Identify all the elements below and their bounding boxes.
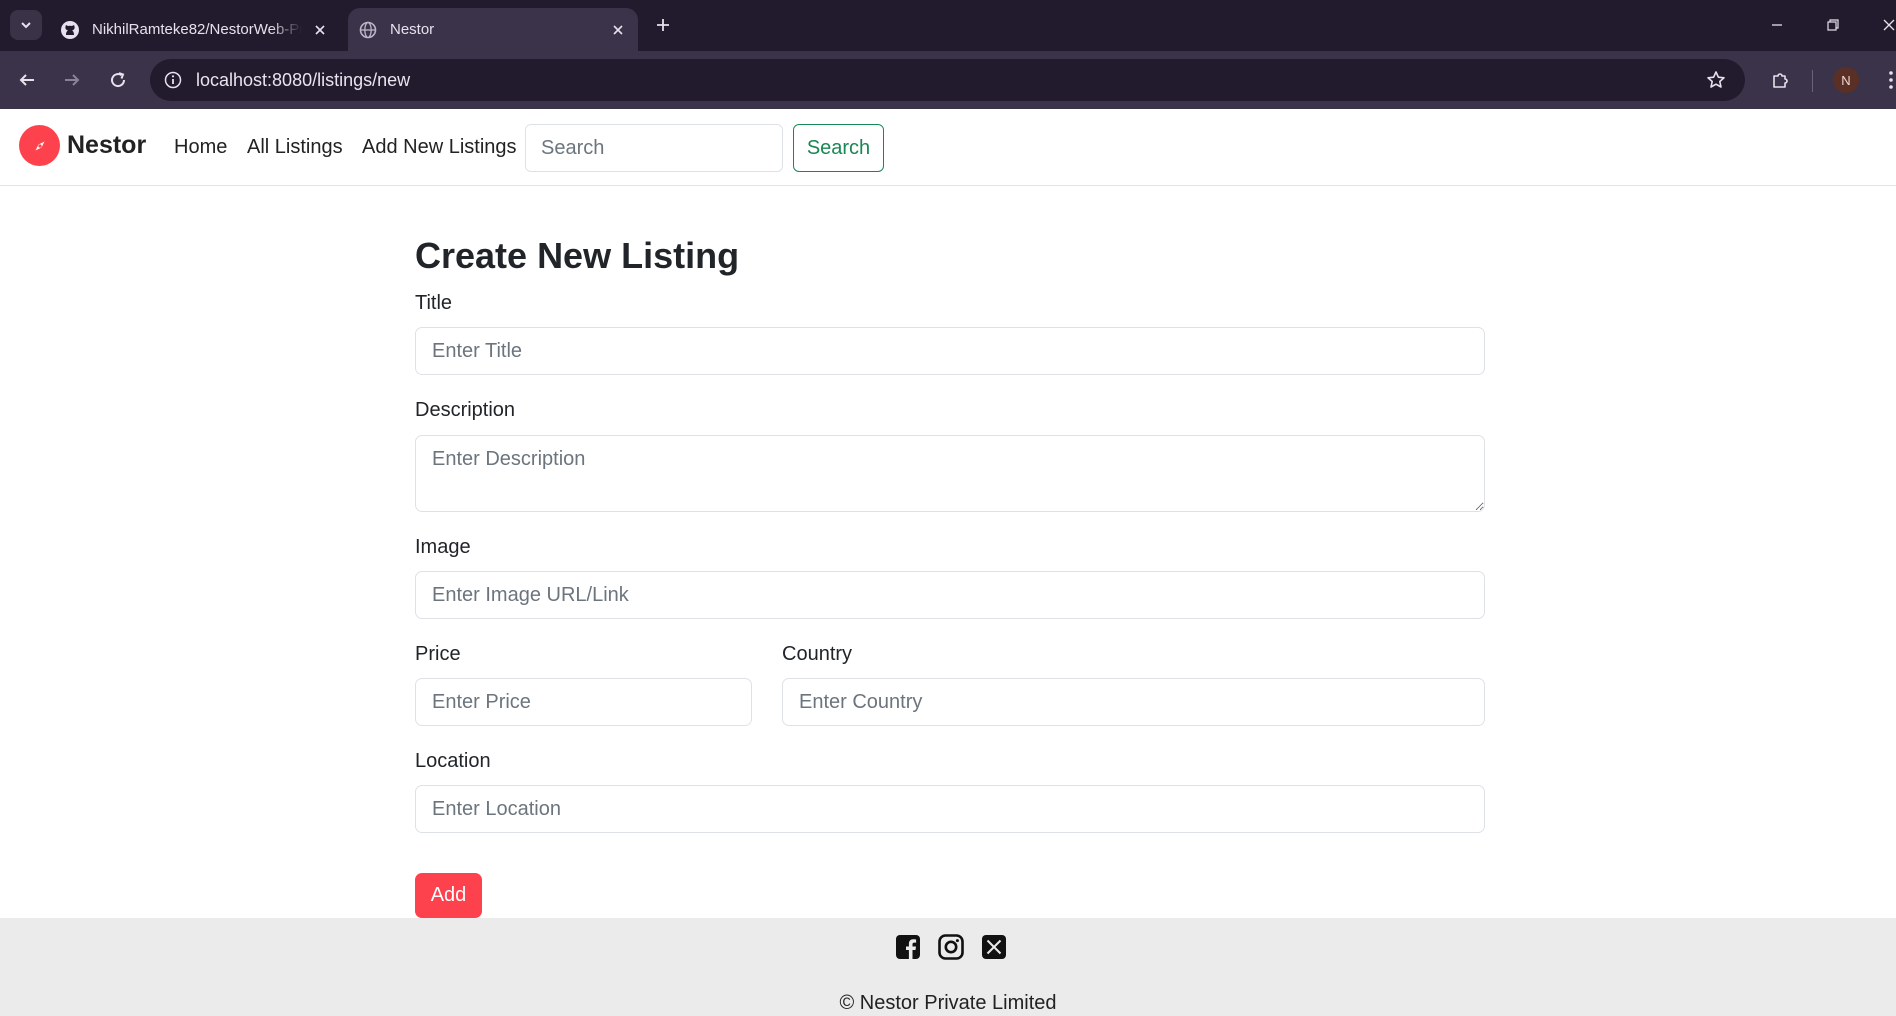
price-label: Price	[415, 643, 461, 665]
tab-nestor[interactable]: Nestor	[348, 8, 638, 51]
browser-menu-button[interactable]	[1876, 65, 1896, 95]
site-footer: © Nestor Private Limited	[0, 918, 1896, 1016]
forward-button[interactable]	[57, 65, 87, 95]
bookmark-star-icon[interactable]	[1705, 69, 1727, 91]
browser-tab-strip: NikhilRamteke82/NestorWeb-Project Nestor	[0, 0, 1896, 51]
new-tab-button[interactable]	[650, 12, 676, 38]
puzzle-icon	[1773, 73, 1788, 88]
site-info-icon[interactable]	[162, 69, 184, 91]
chevron-down-icon	[21, 22, 31, 29]
brand-link[interactable]: Nestor	[19, 125, 146, 166]
title-label: Title	[415, 292, 453, 314]
address-bar[interactable]: localhost:8080/listings/new	[150, 59, 1745, 101]
nav-link-all-listings[interactable]: All Listings	[247, 136, 343, 159]
restore-button[interactable]	[1820, 12, 1846, 38]
close-icon[interactable]	[310, 20, 330, 40]
description-textarea[interactable]	[415, 435, 1485, 512]
reload-icon	[111, 72, 126, 88]
arrow-left-icon	[19, 74, 34, 86]
tab-title: NikhilRamteke82/NestorWeb-Project	[92, 21, 302, 38]
image-label: Image	[415, 536, 471, 558]
reload-button[interactable]	[103, 65, 133, 95]
location-label: Location	[415, 750, 491, 772]
close-window-button[interactable]	[1876, 12, 1896, 38]
url-text: localhost:8080/listings/new	[196, 70, 411, 90]
site-navbar: Nestor Home All Listings Add New Listing…	[0, 109, 1896, 186]
search-button[interactable]: Search	[793, 124, 884, 172]
nav-link-home[interactable]: Home	[174, 136, 227, 159]
country-label: Country	[782, 643, 853, 665]
toolbar-divider	[1812, 70, 1813, 92]
country-input[interactable]	[782, 678, 1485, 726]
arrow-right-icon	[65, 74, 80, 86]
nav-link-add-new-listings[interactable]: Add New Listings	[362, 136, 517, 159]
x-icon[interactable]	[981, 934, 1007, 960]
close-icon[interactable]	[608, 20, 628, 40]
description-label: Description	[415, 399, 516, 421]
price-input[interactable]	[415, 678, 752, 726]
add-listing-button[interactable]: Add	[415, 873, 482, 918]
search-input[interactable]	[525, 124, 783, 172]
plus-icon	[657, 19, 669, 31]
browser-toolbar: localhost:8080/listings/new N	[0, 51, 1896, 109]
tab-search-button[interactable]	[10, 10, 42, 40]
extensions-button[interactable]	[1766, 65, 1796, 95]
tab-github[interactable]: NikhilRamteke82/NestorWeb-Project	[50, 8, 340, 51]
title-input[interactable]	[415, 327, 1485, 375]
page-title: Create New Listing	[415, 235, 740, 276]
more-vertical-icon	[1889, 71, 1893, 89]
web-page: Nestor Home All Listings Add New Listing…	[0, 109, 1896, 1016]
close-icon	[1883, 19, 1895, 31]
copyright-text: © Nestor Private Limited	[839, 992, 1057, 1014]
tab-title: Nestor	[390, 21, 435, 38]
facebook-icon[interactable]	[895, 934, 921, 960]
restore-icon	[1827, 19, 1839, 31]
profile-avatar[interactable]: N	[1833, 67, 1859, 93]
brand-name: Nestor	[67, 131, 147, 159]
globe-icon	[358, 20, 378, 40]
compass-icon	[19, 125, 60, 166]
github-icon	[60, 20, 80, 40]
location-input[interactable]	[415, 785, 1485, 833]
minimize-icon	[1772, 24, 1782, 26]
instagram-icon[interactable]	[938, 934, 964, 960]
back-button[interactable]	[12, 65, 42, 95]
minimize-button[interactable]	[1764, 12, 1790, 38]
image-url-input[interactable]	[415, 571, 1485, 619]
